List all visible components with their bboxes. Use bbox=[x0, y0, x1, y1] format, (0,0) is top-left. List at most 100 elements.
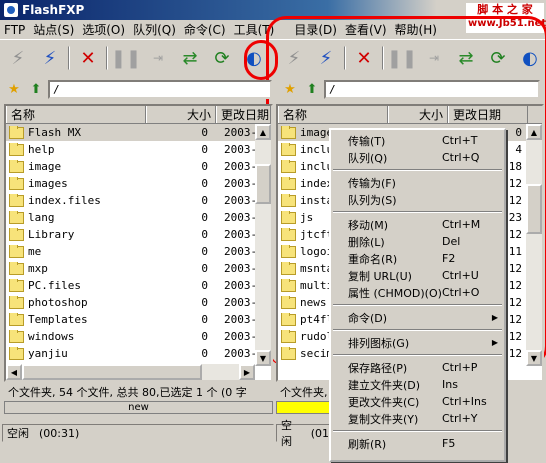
table-row[interactable]: image 0 2003-3 bbox=[6, 158, 271, 175]
table-row[interactable]: PC.files 0 2003-3 bbox=[6, 277, 271, 294]
column-name[interactable]: 名称 bbox=[278, 106, 388, 123]
file-size: 0 bbox=[201, 126, 208, 139]
context-menu-item[interactable]: 复制 URL(U) Ctrl+U bbox=[331, 267, 504, 284]
menu-item-label: 队列(Q) bbox=[348, 151, 388, 165]
quick-connect-icon[interactable]: ⚡ bbox=[36, 44, 64, 72]
folder-icon bbox=[9, 126, 24, 139]
context-menu-item[interactable]: 传输为(F) bbox=[331, 174, 504, 191]
context-menu-item[interactable]: 刷新(R) F5 bbox=[331, 435, 504, 452]
column-date[interactable]: 更改日期 bbox=[216, 106, 271, 123]
folder-icon bbox=[9, 143, 24, 156]
scroll-left-arrow[interactable]: ◀ bbox=[6, 364, 22, 380]
context-menu-item[interactable]: 复制文件夹(Y) Ctrl+Y bbox=[331, 410, 504, 427]
left-footer-state: 空闲 bbox=[7, 427, 29, 440]
toolbar-separator bbox=[68, 46, 70, 70]
table-row[interactable]: Templates 0 2003-3 bbox=[6, 311, 271, 328]
column-date[interactable]: 更改日期 bbox=[448, 106, 528, 123]
scroll-down-arrow[interactable]: ▼ bbox=[255, 350, 271, 366]
context-menu-item[interactable]: 删除(L) Del bbox=[331, 233, 504, 250]
context-menu-item[interactable]: 队列为(S) bbox=[331, 191, 504, 208]
refresh-icon[interactable]: ⟳ bbox=[208, 44, 236, 72]
context-menu-item[interactable]: 保存路径(P) Ctrl+P bbox=[331, 359, 504, 376]
disconnect-icon[interactable]: ✕ bbox=[74, 44, 102, 72]
left-path-bar: ★ ⬆ / bbox=[4, 78, 272, 100]
context-menu-item[interactable]: 属性 (CHMOD)(O) Ctrl+O bbox=[331, 284, 504, 301]
file-name: PC.files bbox=[28, 279, 81, 292]
column-size[interactable]: 大小 bbox=[146, 106, 216, 123]
menu-item-shortcut: Ctrl+O bbox=[442, 286, 480, 299]
left-horizontal-scrollbar[interactable]: ◀ ▶ bbox=[6, 364, 255, 380]
favorite-star-icon[interactable]: ★ bbox=[280, 79, 300, 99]
context-menu-item[interactable]: 更改文件夹(C) Ctrl+Ins bbox=[331, 393, 504, 410]
table-row[interactable]: yanjiu 0 2003-5 bbox=[6, 345, 271, 362]
table-row[interactable]: mxp 0 2003-7 bbox=[6, 260, 271, 277]
column-size[interactable]: 大小 bbox=[388, 106, 448, 123]
menu-ftp[interactable]: FTP bbox=[0, 23, 29, 37]
folder-icon bbox=[9, 228, 24, 241]
table-row[interactable]: index.files 0 2003-3 bbox=[6, 192, 271, 209]
file-size: 0 bbox=[201, 228, 208, 241]
file-name: help bbox=[28, 143, 55, 156]
menu-item-label: 命令(D) bbox=[348, 311, 388, 325]
scroll-thumb[interactable] bbox=[526, 184, 542, 234]
pause-icon[interactable]: ❚❚ bbox=[111, 44, 141, 72]
context-menu-item[interactable]: 队列(Q) Ctrl+Q bbox=[331, 149, 504, 166]
row-name-cell: help bbox=[6, 143, 146, 156]
left-path-input[interactable]: / bbox=[48, 79, 272, 99]
menu-item-label: 复制 URL(U) bbox=[348, 269, 412, 283]
parent-folder-icon[interactable]: ⬆ bbox=[302, 79, 322, 99]
menu-queue[interactable]: 队列(Q) bbox=[129, 21, 180, 38]
menu-separator bbox=[333, 169, 502, 171]
table-row[interactable]: lang 0 2003-8 bbox=[6, 209, 271, 226]
right-vertical-scrollbar[interactable]: ▲ ▼ bbox=[526, 124, 542, 366]
left-footer-time: (00:31) bbox=[39, 426, 80, 440]
left-vertical-scrollbar[interactable]: ▲ ▼ bbox=[255, 124, 271, 366]
menu-options[interactable]: 选项(O) bbox=[78, 21, 129, 38]
context-menu-item[interactable]: 重命名(R) F2 bbox=[331, 250, 504, 267]
scroll-thumb[interactable] bbox=[22, 364, 202, 380]
submenu-arrow-icon: ▶ bbox=[491, 313, 498, 322]
menu-item-label: 移动(M) bbox=[348, 218, 389, 232]
table-row[interactable]: Library 0 2003-3 bbox=[6, 226, 271, 243]
menu-sites[interactable]: 站点(S) bbox=[29, 21, 78, 38]
scroll-up-arrow[interactable]: ▲ bbox=[255, 124, 271, 140]
scroll-up-arrow[interactable]: ▲ bbox=[526, 124, 542, 140]
parent-folder-icon[interactable]: ⬆ bbox=[26, 79, 46, 99]
folder-icon bbox=[9, 160, 24, 173]
favorite-star-icon[interactable]: ★ bbox=[4, 79, 24, 99]
context-menu-item[interactable]: 建立文件夹(D) Ins bbox=[331, 376, 504, 393]
context-menu-item[interactable]: 移动(M) Ctrl+M bbox=[331, 216, 504, 233]
scroll-right-arrow[interactable]: ▶ bbox=[239, 364, 255, 380]
right-footer-state: 空闲 bbox=[281, 419, 292, 448]
row-name-cell: yanjiu bbox=[6, 347, 146, 360]
file-name: me bbox=[28, 245, 42, 258]
table-row[interactable]: me 0 2003-3 bbox=[6, 243, 271, 260]
left-toolbar: ⚡ ⚡ ✕ ❚❚ ⇥ ⇄ ⟳ ◐ bbox=[0, 42, 268, 74]
table-row[interactable]: help 0 2003-3 bbox=[6, 141, 271, 158]
transfer-icon[interactable]: ⇄ bbox=[176, 44, 204, 72]
menu-commands[interactable]: 命令(C) bbox=[180, 21, 230, 38]
menu-item-shortcut: Ctrl+Q bbox=[442, 151, 480, 164]
folder-icon bbox=[9, 313, 24, 326]
context-menu-item[interactable]: 排列图标(G) ▶ bbox=[331, 334, 504, 351]
context-menu-item[interactable]: 命令(D) ▶ bbox=[331, 309, 504, 326]
folder-icon bbox=[281, 245, 296, 258]
connect-icon[interactable]: ⚡ bbox=[4, 44, 32, 72]
scroll-down-arrow[interactable]: ▼ bbox=[526, 350, 542, 366]
file-name: lang bbox=[28, 211, 55, 224]
right-path-bar: ★ ⬆ / bbox=[280, 78, 540, 100]
row-name-cell: windows bbox=[6, 330, 146, 343]
skip-icon[interactable]: ⇥ bbox=[144, 44, 172, 72]
scroll-thumb[interactable] bbox=[255, 164, 271, 204]
right-path-input[interactable]: / bbox=[324, 79, 540, 99]
table-row[interactable]: Flash MX 0 2003-4 bbox=[6, 124, 271, 141]
table-row[interactable]: images 0 2003-3 bbox=[6, 175, 271, 192]
menu-item-label: 传输(T) bbox=[348, 134, 386, 148]
table-row[interactable]: photoshop 0 2003-3 bbox=[6, 294, 271, 311]
left-status-text: 个文件夹, 54 个文件, 总共 80,已选定 1 个 (0 字 bbox=[8, 386, 247, 399]
folder-icon bbox=[281, 330, 296, 343]
context-menu-item[interactable]: 传输(T) Ctrl+T bbox=[331, 132, 504, 149]
table-row[interactable]: windows 0 2003-3 bbox=[6, 328, 271, 345]
menu-item-shortcut: F2 bbox=[442, 252, 456, 265]
column-name[interactable]: 名称 bbox=[6, 106, 146, 123]
